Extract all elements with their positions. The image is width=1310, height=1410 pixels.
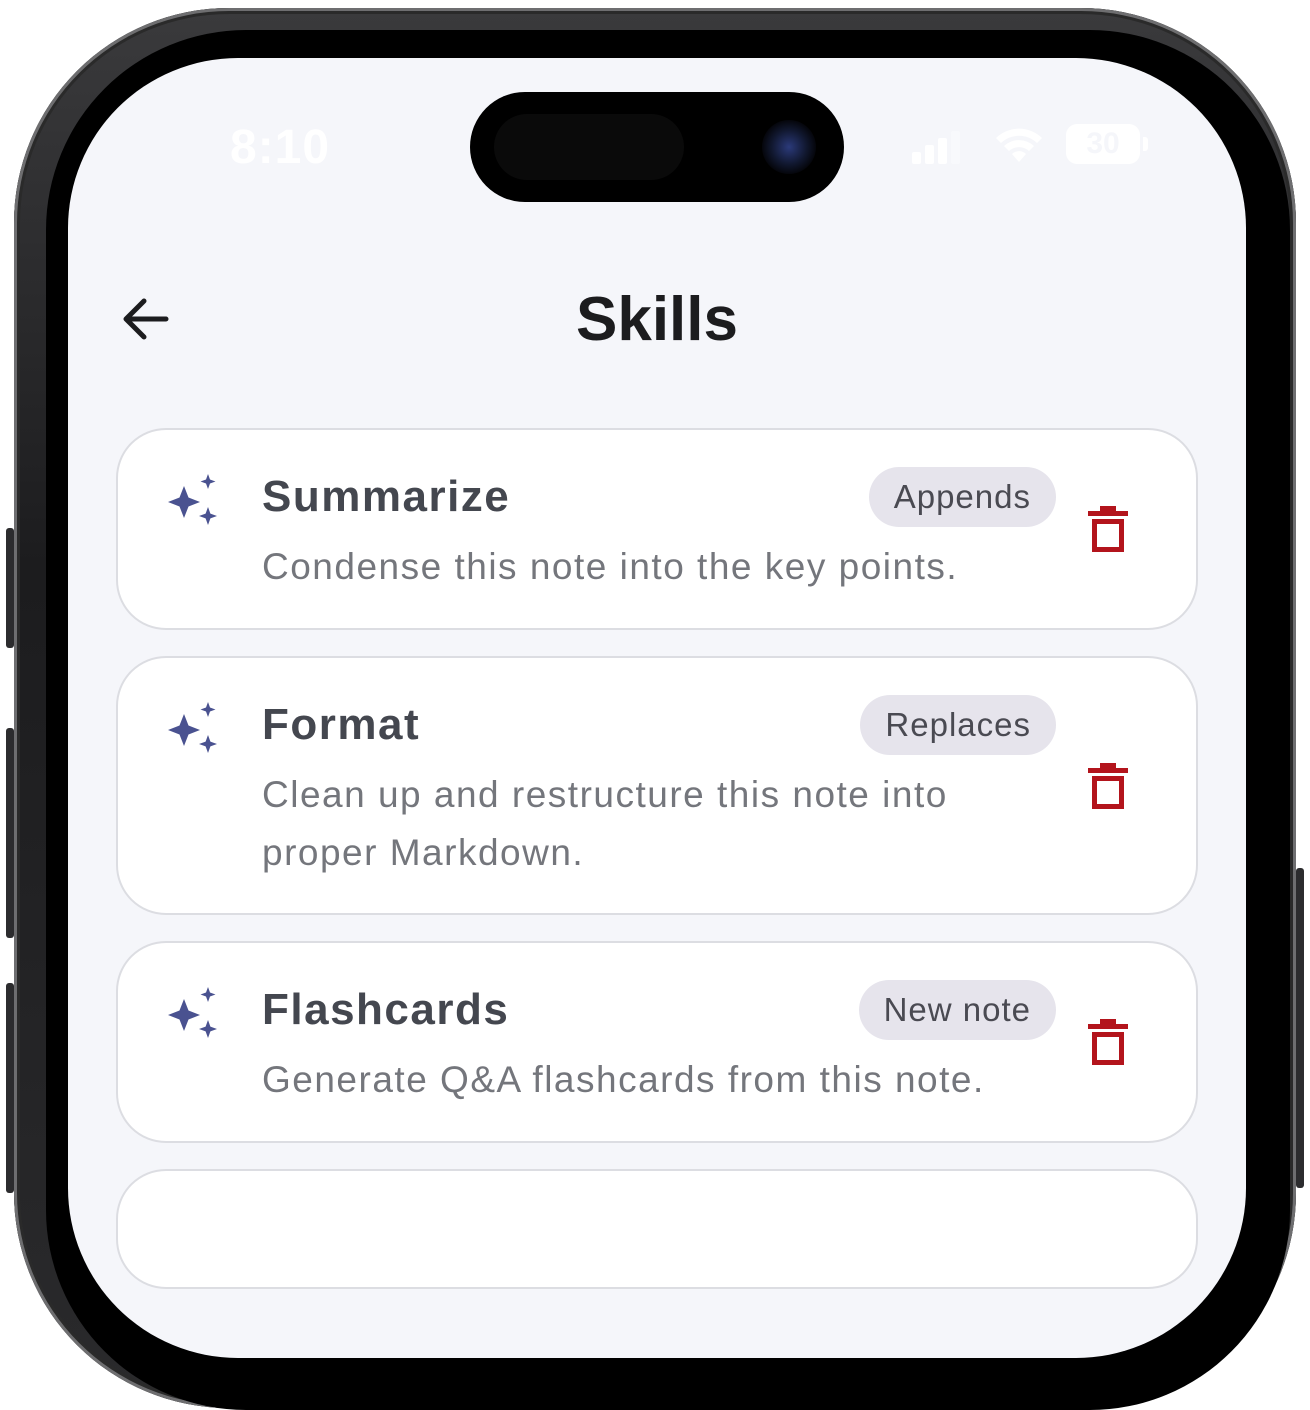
skill-mode-badge: Replaces: [860, 695, 1056, 755]
status-time: 8:10: [230, 121, 331, 174]
delete-skill-button[interactable]: [1078, 756, 1138, 816]
delete-skill-button[interactable]: [1078, 1012, 1138, 1072]
skill-description: Clean up and restructure this note into …: [262, 774, 948, 873]
sparkle-icon: [168, 987, 217, 1038]
sparkle-icon: [168, 702, 217, 753]
trash-icon: [1088, 506, 1128, 552]
skill-card[interactable]: Flashcards New note Generate Q&A flashca…: [116, 941, 1198, 1143]
sparkle-icon: [168, 474, 217, 525]
skill-name: Summarize: [262, 472, 511, 521]
dynamic-island: [470, 92, 844, 202]
trash-icon: [1088, 1019, 1128, 1065]
skill-description: Condense this note into the key points.: [262, 546, 959, 587]
battery-cap: [1143, 137, 1148, 151]
skill-name: Format: [262, 700, 421, 749]
skill-card[interactable]: Summarize Appends Condense this note int…: [116, 428, 1198, 630]
phone-screen: 8:10 30 Skills Summarize Appends Condens…: [68, 58, 1246, 1358]
skill-card[interactable]: Format Replaces Clean up and restructure…: [116, 656, 1198, 915]
face-id-sensor: [494, 114, 684, 180]
page-title: Skills: [576, 285, 738, 354]
wifi-icon: [996, 128, 1042, 162]
cellular-signal-icon: [912, 130, 960, 164]
status-bar: 8:10 30: [68, 58, 1246, 228]
skill-mode-badge: New note: [858, 980, 1056, 1040]
volume-up-button: [6, 728, 14, 938]
trash-icon: [1088, 762, 1128, 809]
skill-description: Generate Q&A flashcards from this note.: [262, 1059, 985, 1100]
volume-down-button: [6, 983, 14, 1193]
skill-card-partial[interactable]: [116, 1169, 1198, 1289]
skill-mode-badge: Appends: [868, 467, 1056, 527]
front-camera: [762, 120, 816, 174]
power-button: [1296, 868, 1304, 1188]
skill-name: Flashcards: [262, 985, 510, 1034]
action-button: [6, 528, 14, 648]
skill-list: Summarize Appends Condense this note int…: [116, 428, 1198, 1315]
battery-level: 30: [1086, 127, 1120, 160]
delete-skill-button[interactable]: [1078, 499, 1138, 559]
battery-icon: 30: [1066, 124, 1148, 164]
top-app-bar: Skills: [68, 268, 1246, 368]
